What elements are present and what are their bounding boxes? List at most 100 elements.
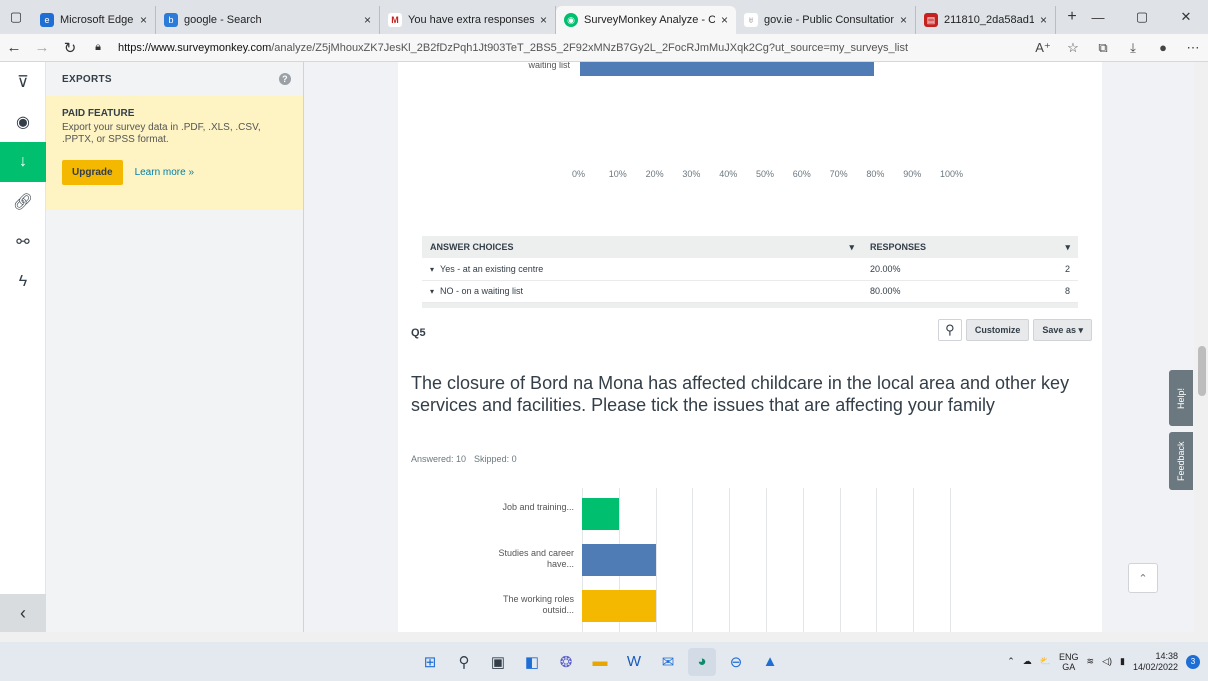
collections-icon[interactable]: ⧉ (1088, 34, 1118, 62)
tab-microsoft-edge[interactable]: e Microsoft Edge × (32, 6, 156, 34)
sort-icon[interactable]: ▾ (849, 242, 854, 253)
category-label: Studies and career have... (498, 548, 574, 569)
feedback-tab[interactable]: Feedback (1169, 432, 1193, 490)
bar[interactable] (582, 544, 656, 576)
search-icon[interactable]: ⚲ (450, 648, 478, 676)
volume-icon[interactable]: ◁) (1102, 656, 1112, 667)
gridline (729, 488, 731, 632)
customize-button[interactable]: Customize (965, 319, 1030, 341)
gmail-icon: M (388, 13, 402, 27)
close-icon[interactable]: × (540, 13, 547, 27)
lightning-icon[interactable]: ϟ (0, 262, 46, 302)
photos-icon[interactable]: ▲ (756, 648, 784, 676)
close-window-icon[interactable]: ✕ (1164, 0, 1208, 34)
gridline (655, 488, 657, 632)
link-icon[interactable]: 🔗︎ (0, 182, 46, 222)
pin-icon[interactable]: ⚲ (937, 319, 962, 341)
chevron-up-icon[interactable]: ⌃ (1007, 656, 1015, 667)
sort-icon[interactable]: ▾ (1065, 242, 1070, 253)
bar[interactable] (582, 498, 619, 530)
forward-icon[interactable]: → (28, 34, 56, 62)
url-field[interactable]: https://www.surveymonkey.com/analyze/Z5j… (112, 42, 1028, 54)
panel-title: EXPORTS (62, 73, 112, 85)
feedback-label: Feedback (1176, 441, 1186, 481)
gridline (839, 488, 841, 632)
close-icon[interactable]: × (140, 13, 147, 27)
scrollbar-thumb[interactable] (1198, 346, 1206, 396)
response-count: 2 (1000, 258, 1078, 281)
gridline (913, 488, 915, 632)
bar-label: waiting list (528, 62, 570, 70)
refresh-icon[interactable]: ↻ (56, 34, 84, 62)
tab-google-search[interactable]: b google - Search × (156, 6, 380, 34)
collapse-icon[interactable]: ‹ (0, 594, 46, 632)
restore-icon[interactable]: ▢ (1120, 0, 1164, 34)
choice-text: NO - on a waiting list (440, 286, 524, 296)
x-tick-label: 60% (792, 169, 811, 179)
read-aloud-icon[interactable]: A⁺ (1028, 34, 1058, 62)
close-icon[interactable]: × (364, 13, 371, 27)
surveymonkey-icon: ◉ (564, 13, 578, 27)
eye-icon[interactable]: ◉ (0, 102, 46, 142)
tab-label: Microsoft Edge (60, 14, 134, 26)
tab-actions-icon[interactable]: ▢ (0, 0, 32, 34)
response-percent: 80.00% (862, 280, 1001, 303)
horizontal-scrollbar[interactable] (0, 632, 1208, 642)
scroll-to-top-button[interactable]: ⌃ (1128, 563, 1158, 593)
battery-icon[interactable]: ▮ (1120, 656, 1125, 667)
profile-icon[interactable]: ● (1148, 34, 1178, 62)
bar[interactable] (582, 590, 656, 622)
edge-taskbar-icon[interactable]: ◕ (688, 647, 716, 676)
downloads-icon[interactable]: ⤓ (1118, 34, 1148, 62)
x-tick-label: 20% (645, 169, 664, 179)
tab-gov-ie[interactable]: ♅ gov.ie - Public Consultation × (736, 6, 916, 34)
favorites-icon[interactable]: ☆ (1058, 34, 1088, 62)
save-as-button[interactable]: Save as ▾ (1033, 319, 1092, 341)
question-title: The closure of Bord na Mona has affected… (411, 373, 1070, 415)
table-row: ▾ Yes - at an existing centre 20.00% 2 (422, 258, 1078, 281)
lock-icon[interactable]: 🔒︎ (84, 34, 112, 62)
analyze-content: waiting list 0% 10% 20% 30% 40% 50% 60% 70% 80% 9… (304, 62, 1194, 632)
close-icon[interactable]: × (1040, 13, 1047, 27)
task-view-icon[interactable]: ▣ (484, 648, 512, 676)
language-indicator[interactable]: ENG GA (1059, 652, 1079, 672)
upgrade-button[interactable]: Upgrade (62, 160, 123, 185)
wifi-icon[interactable]: ≋ (1087, 656, 1095, 667)
teams-icon[interactable]: ❂ (552, 648, 580, 676)
help-tab[interactable]: Help! (1169, 370, 1193, 426)
download-icon[interactable]: ↓ (0, 142, 46, 182)
tab-surveymonkey[interactable]: ◉ SurveyMonkey Analyze - Ch × (556, 6, 736, 34)
close-icon[interactable]: × (900, 13, 907, 27)
tab-pdf[interactable]: ▤ 211810_2da58ad1-2153-49 × (916, 6, 1056, 34)
mail-icon[interactable]: ✉ (654, 648, 682, 676)
help-icon[interactable]: ? (279, 73, 291, 85)
file-explorer-icon[interactable]: ▬ (586, 648, 614, 676)
col-responses[interactable]: RESPONSES ▾ (862, 236, 1078, 258)
caret-icon[interactable]: ▾ (430, 265, 434, 274)
back-icon[interactable]: ← (0, 34, 28, 62)
more-icon[interactable]: ⋯ (1178, 34, 1208, 62)
close-icon[interactable]: × (721, 13, 728, 27)
filter-icon[interactable]: ⊽ (0, 62, 46, 102)
windows-taskbar: ⊞ ⚲ ▣ ◧ ❂ ▬ W ✉ ◕ ⊖ ▲ ⌃ ☁ ⛅ ENG GA ≋ ◁) … (0, 642, 1208, 681)
minimize-icon[interactable]: — (1076, 0, 1120, 34)
store-icon[interactable]: ⊖ (722, 648, 750, 676)
windows-start-icon[interactable]: ⊞ (416, 648, 444, 676)
notification-badge[interactable]: 3 (1186, 654, 1200, 669)
analyze-icon-rail: ⊽ ◉ ↓ 🔗︎ ⚯ ϟ ‹ (0, 62, 46, 632)
clock[interactable]: 14:38 14/02/2022 (1133, 651, 1178, 673)
caret-icon[interactable]: ▾ (430, 287, 434, 296)
clock-date: 14/02/2022 (1132, 661, 1178, 672)
cloud-icon[interactable]: ☁ (1023, 656, 1032, 667)
col-answer-choices[interactable]: ANSWER CHOICES ▾ (422, 236, 862, 258)
word-icon[interactable]: W (620, 648, 648, 676)
widgets-icon[interactable]: ◧ (518, 648, 546, 676)
onedrive-icon[interactable]: ⛅ (1040, 656, 1051, 667)
share-icon[interactable]: ⚯ (0, 222, 46, 262)
category-label: Job and training... (502, 502, 574, 512)
url-path: /analyze/Z5jMhouxZK7JesKl_2B2fDzPqh1Jt90… (271, 41, 909, 54)
learn-more-link[interactable]: Learn more » (135, 167, 194, 178)
answered-count: Answered: 10 (411, 454, 467, 464)
help-label: Help! (1176, 387, 1186, 409)
tab-gmail[interactable]: M You have extra responses! C × (380, 6, 556, 34)
